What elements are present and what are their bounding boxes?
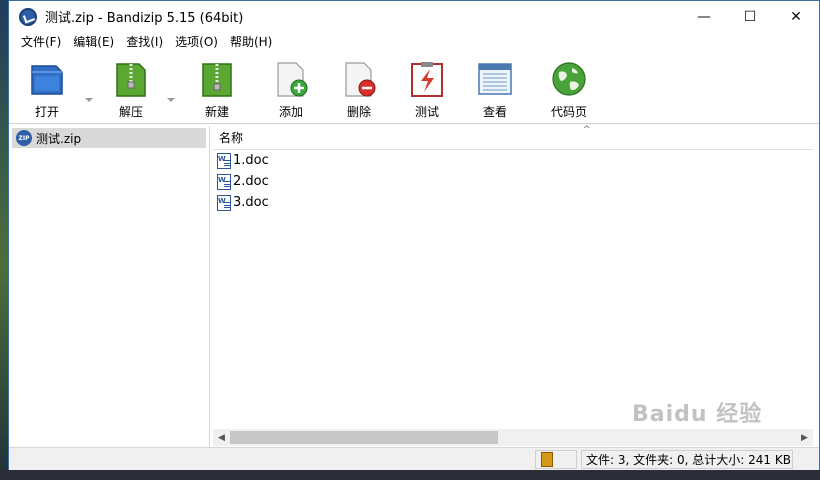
file-name: 2.doc (233, 174, 269, 189)
view-window-icon (476, 60, 514, 98)
menu-file[interactable]: 文件(F) (15, 32, 67, 52)
scroll-right-arrow-icon[interactable]: ▶ (796, 429, 813, 446)
menu-help[interactable]: 帮助(H) (224, 32, 278, 52)
sort-ascending-icon: ^ (583, 125, 591, 135)
scroll-left-arrow-icon[interactable]: ◀ (213, 429, 230, 446)
codepage-label: 代码页 (550, 105, 587, 119)
view-label: 查看 (482, 105, 507, 119)
test-label: 测试 (414, 105, 439, 119)
open-dropdown-arrow-icon[interactable] (85, 98, 93, 102)
new-archive-button[interactable]: 新建 (187, 60, 247, 122)
add-file-icon (272, 60, 310, 98)
file-row[interactable]: 2.doc (213, 171, 813, 192)
folder-tree-pane: ZIP 测试.zip (9, 126, 210, 447)
horizontal-scrollbar[interactable]: ◀ ▶ (213, 429, 813, 446)
file-name: 1.doc (233, 153, 269, 168)
open-button[interactable]: 打开 (17, 60, 77, 122)
add-button[interactable]: 添加 (261, 60, 321, 122)
codepage-button[interactable]: 代码页 (539, 60, 599, 122)
window-controls: — ☐ ✕ (681, 1, 819, 32)
minimize-button[interactable]: — (681, 1, 727, 32)
file-row[interactable]: 1.doc (213, 150, 813, 171)
delete-label: 删除 (346, 105, 371, 119)
menu-bar: 文件(F) 编辑(E) 查找(I) 选项(O) 帮助(H) (9, 32, 819, 52)
word-document-icon (217, 194, 231, 211)
toolbar: 打开 解压 新建 添加 删除 测试 查看 代码页 (9, 52, 819, 124)
baidu-watermark: Baidu 经验 (632, 402, 763, 427)
test-button[interactable]: 测试 (397, 60, 457, 122)
bandizip-app-icon[interactable] (19, 7, 37, 26)
new-label: 新建 (204, 105, 229, 119)
close-button[interactable]: ✕ (773, 1, 819, 32)
extract-label: 解压 (118, 105, 143, 119)
book-icon (541, 452, 553, 467)
word-document-icon (217, 152, 231, 169)
column-header-name[interactable]: 名称 ^ (213, 125, 813, 150)
column-header-label: 名称 (219, 131, 244, 145)
delete-button[interactable]: 删除 (329, 60, 389, 122)
menu-options[interactable]: 选项(O) (169, 32, 224, 52)
open-archive-icon (28, 60, 66, 98)
tree-item-label: 测试.zip (36, 131, 82, 146)
word-document-icon (217, 173, 231, 190)
maximize-button[interactable]: ☐ (727, 1, 773, 32)
open-label: 打开 (34, 105, 59, 119)
menu-edit[interactable]: 编辑(E) (67, 32, 120, 52)
status-summary-box: 文件: 3, 文件夹: 0, 总计大小: 241 KB (581, 450, 793, 469)
add-label: 添加 (278, 105, 303, 119)
status-icon-box (535, 450, 577, 469)
title-bar[interactable]: 测试.zip - Bandizip 5.15 (64bit) — ☐ ✕ (9, 1, 819, 32)
test-archive-icon (408, 60, 446, 98)
extract-dropdown-arrow-icon[interactable] (167, 98, 175, 102)
window-title: 测试.zip - Bandizip 5.15 (64bit) (45, 11, 244, 26)
tree-item-archive[interactable]: ZIP 测试.zip (12, 128, 206, 148)
file-row[interactable]: 3.doc (213, 192, 813, 213)
extract-button[interactable]: 解压 (101, 60, 161, 122)
delete-file-icon (340, 60, 378, 98)
new-archive-icon (198, 60, 236, 98)
zip-archive-icon: ZIP (16, 130, 32, 146)
file-name: 3.doc (233, 195, 269, 210)
menu-find[interactable]: 查找(I) (120, 32, 169, 52)
globe-icon (550, 60, 588, 98)
view-button[interactable]: 查看 (465, 60, 525, 122)
extract-archive-icon (112, 60, 150, 98)
scrollbar-thumb[interactable] (230, 431, 498, 444)
status-summary: 文件: 3, 文件夹: 0, 总计大小: 241 KB (586, 453, 791, 467)
status-bar: 文件: 3, 文件夹: 0, 总计大小: 241 KB (9, 447, 819, 470)
